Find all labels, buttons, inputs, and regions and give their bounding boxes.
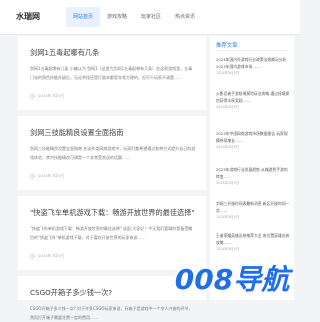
sidebar-divider [216, 50, 288, 51]
watermark-logo: 008导航 008导航 [173, 261, 295, 296]
article-card: 剑网三技能精良设置全面指南 剑网三技能精良设置全面指南 在动作类网络游戏中，玩家… [18, 116, 206, 190]
article-excerpt: "快盗飞车单机游戏下载：畅游开放世界的最佳选择" 说起 大家好！今天我们要聊的是… [30, 226, 193, 240]
article-excerpt: 剑网三技能精良设置全面指南 在动作类网络游戏中，玩家们都希望通过各种方式提升自己… [30, 146, 196, 160]
sidebar-item[interactable]: 2024年国内外游戏行业政策法规概况分析 2023年国内游戏市场…… 2024年… [216, 56, 290, 76]
nav-item-home[interactable]: 网站首页 [66, 7, 101, 27]
sidebar-item-date: 2024年3月5日 [216, 247, 240, 251]
sidebar-item-title[interactable]: 2024年国内外游戏行业政策法规概况分析 2023年国内游戏市场…… [216, 56, 290, 70]
article-title[interactable]: "快盗飞车单机游戏下载：畅游开放世界的最佳选择" [30, 208, 195, 218]
sidebar-item-date: 2024年3月5日 [216, 181, 240, 185]
sidebar-item-title[interactable]: 剑网三开服时间表最新消息 新区开放时间一览…… [216, 200, 290, 214]
sidebar-title: 推荐文章 [216, 43, 238, 49]
sidebar-item[interactable]: 2023年游戏行业发展趋势 从端游到手游的转变…… 2024年3月5日 [216, 166, 290, 186]
article-meta: 2024年3月5日 [30, 93, 64, 99]
article-title[interactable]: 剑网三技能精良设置全面指南 [30, 128, 123, 138]
top-bar: 水瑞网 网站首页 游戏攻略 玩家社区 热点资讯 [0, 0, 300, 35]
site-logo[interactable]: 水瑞网 [16, 11, 40, 22]
sidebar-item-title[interactable]: 2023年游戏行业发展趋势 从端游到手游的转变…… [216, 166, 290, 180]
article-date: 2024年3月5日 [38, 173, 64, 178]
sidebar-item-title[interactable]: 火影忍者手游秘境探险玩法攻略 通过秘境探险获得丰厚奖励…… [216, 90, 290, 104]
main-nav: 网站首页 游戏攻略 玩家社区 热点资讯 [66, 7, 202, 27]
article-card: 剑网1五毒起哪有几条 剑网1五毒起哪有几条 小编认为 剑网1（这里为剑网1五毒起… [18, 36, 206, 110]
article-title[interactable]: 剑网1五毒起哪有几条 [30, 48, 99, 58]
sidebar-item-date: 2024年3月5日 [216, 215, 240, 219]
sidebar-item-title[interactable]: 2023年中国网络游戏市场数据报告 玩家规模持续增长…… [216, 130, 290, 144]
sidebar-item[interactable]: 2023年中国网络游戏市场数据报告 玩家规模持续增长…… 2024年3月5日 [216, 130, 290, 150]
article-excerpt: 剑网1五毒起哪有几条 小编认为 剑网1（这里为剑网1五毒起哪有几条）在这款游戏里… [30, 66, 193, 80]
sidebar-item[interactable]: 剑网三开服时间表最新消息 新区开放时间一览…… 2024年3月5日 [216, 200, 290, 220]
article-date: 2024年3月5日 [38, 93, 64, 98]
nav-item-community[interactable]: 玩家社区 [134, 7, 168, 27]
sidebar-item[interactable]: 王者荣耀英雄出装推荐大全 各位置英雄出装攻略…… 2024年3月5日 [216, 232, 290, 252]
sidebar-item-title[interactable]: 王者荣耀英雄出装推荐大全 各位置英雄出装攻略…… [216, 232, 290, 246]
sidebar-item-date: 2024年3月5日 [216, 105, 240, 109]
sidebar-item-date: 2024年3月5日 [216, 71, 240, 75]
clock-icon [30, 173, 35, 179]
sidebar-item-date: 2024年3月5日 [216, 145, 240, 149]
article-meta: 2024年3月5日 [30, 173, 64, 179]
article-date: 2024年3月5日 [38, 253, 64, 258]
nav-item-guides[interactable]: 游戏攻略 [100, 7, 134, 27]
sidebar-item[interactable]: 火影忍者手游秘境探险玩法攻略 通过秘境探险获得丰厚奖励…… 2024年3月5日 [216, 90, 290, 110]
article-meta: 2024年3月5日 [30, 253, 64, 259]
nav-item-news[interactable]: 热点资讯 [168, 7, 202, 27]
watermark-text: 008导航 [175, 263, 293, 296]
article-title[interactable]: CSGO开箱子多少钱一次? [30, 288, 112, 298]
clock-icon [30, 253, 35, 259]
article-excerpt: CSGO开箱子多少钱一次? 对于许多CSGO玩家来说，开箱子是游戏中一个令人兴奋… [30, 306, 193, 320]
clock-icon [30, 93, 35, 99]
